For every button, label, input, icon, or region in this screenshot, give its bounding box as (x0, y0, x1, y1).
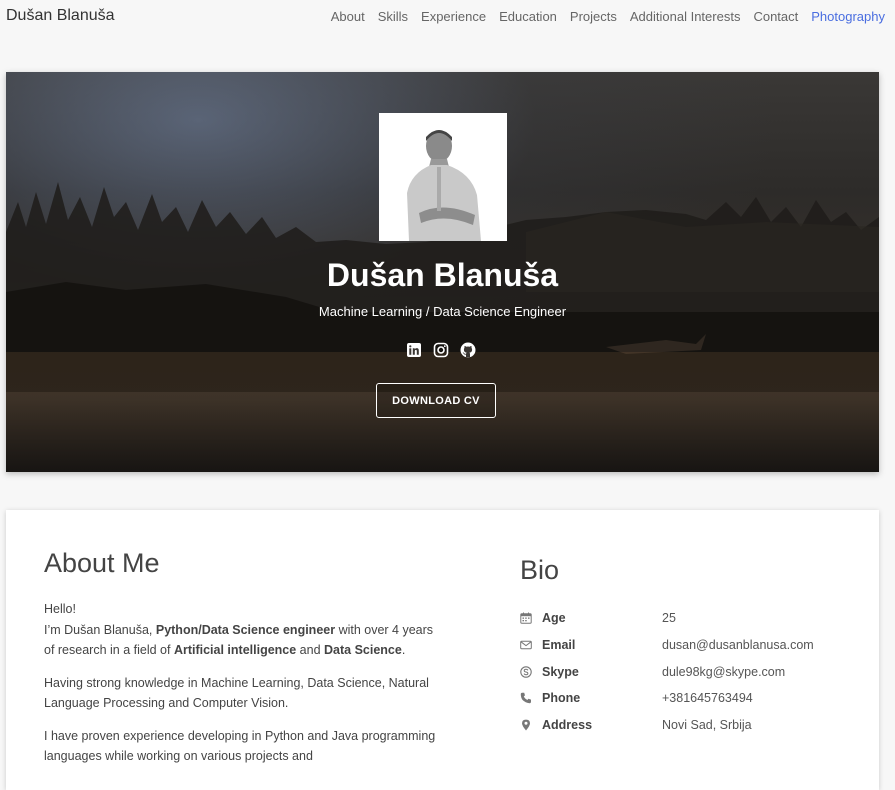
bio-row-email: Email dusan@dusanblanusa.com (520, 632, 860, 659)
nav-link-education[interactable]: Education (499, 9, 557, 24)
bio-value: 25 (662, 611, 676, 626)
about-greeting: Hello! (44, 602, 76, 616)
about-intro-text: . (401, 643, 406, 657)
hero-section: Dušan Blanuša Machine Learning / Data Sc… (6, 72, 879, 472)
nav-link-about[interactable]: About (331, 9, 365, 24)
envelope-icon (520, 640, 532, 650)
bio-heading: Bio (520, 555, 560, 585)
bio-label: Phone (542, 691, 581, 706)
nav-link-projects[interactable]: Projects (570, 9, 617, 24)
bio-list: Age 25 Email dusan@dusanblanusa.com Skyp… (520, 605, 860, 738)
calendar-icon (520, 612, 532, 625)
about-card: About Me Hello! I’m Dušan Blanuša, Pytho… (6, 510, 879, 790)
hero-subtitle: Machine Learning / Data Science Engineer (318, 304, 567, 319)
map-marker-icon (522, 719, 530, 731)
bio-label: Address (542, 718, 593, 733)
about-text: Hello! I’m Dušan Blanuša, Python/Data Sc… (44, 599, 444, 779)
about-field-strong: Artificial intelligence (173, 643, 297, 657)
linkedin-icon[interactable] (406, 342, 422, 358)
brand-logo[interactable]: Dušan Blanuša (6, 7, 115, 25)
github-icon[interactable] (460, 342, 476, 358)
person-portrait-icon (379, 113, 507, 241)
bio-row-skype: Skype dule98kg@skype.com (520, 658, 860, 685)
profile-photo (379, 113, 507, 241)
bio-value: dule98kg@skype.com (662, 664, 786, 679)
about-intro-paragraph: Hello! I’m Dušan Blanuša, Python/Data Sc… (44, 599, 444, 661)
skype-icon (520, 665, 532, 678)
about-field-strong: Data Science (324, 643, 402, 657)
about-paragraph-2: Having strong knowledge in Machine Learn… (44, 675, 429, 711)
phone-icon (520, 693, 531, 704)
hero-name: Dušan Blanuša (326, 257, 559, 293)
social-links (406, 342, 476, 358)
nav-link-contact[interactable]: Contact (753, 9, 798, 24)
instagram-icon[interactable] (433, 342, 449, 358)
about-paragraph-3: I have proven experience developing in P… (44, 728, 436, 764)
bio-value: +381645763494 (662, 691, 753, 706)
nav-link-photography[interactable]: Photography (811, 9, 885, 24)
navbar: Dušan Blanuša About Skills Experience Ed… (0, 0, 895, 34)
about-intro-text: I’m Dušan Blanuša, (44, 622, 156, 637)
about-heading: About Me (44, 548, 160, 578)
bio-label: Email (542, 638, 576, 653)
about-intro-text: and (296, 643, 325, 657)
download-cv-button[interactable]: DOWNLOAD CV (376, 383, 496, 418)
bio-label: Age (542, 611, 566, 626)
bio-value: Novi Sad, Srbija (662, 718, 752, 733)
bio-row-age: Age 25 (520, 605, 860, 632)
about-role-strong: Python/Data Science engineer (155, 622, 336, 637)
bio-value[interactable]: dusan@dusanblanusa.com (662, 638, 814, 652)
nav-link-skills[interactable]: Skills (378, 9, 408, 24)
bio-label: Skype (542, 664, 579, 679)
nav-link-experience[interactable]: Experience (421, 9, 486, 24)
bio-row-phone: Phone +381645763494 (520, 685, 860, 712)
bio-row-address: Address Novi Sad, Srbija (520, 712, 860, 739)
nav-links: About Skills Experience Education Projec… (331, 9, 885, 24)
nav-link-additional-interests[interactable]: Additional Interests (630, 9, 741, 24)
